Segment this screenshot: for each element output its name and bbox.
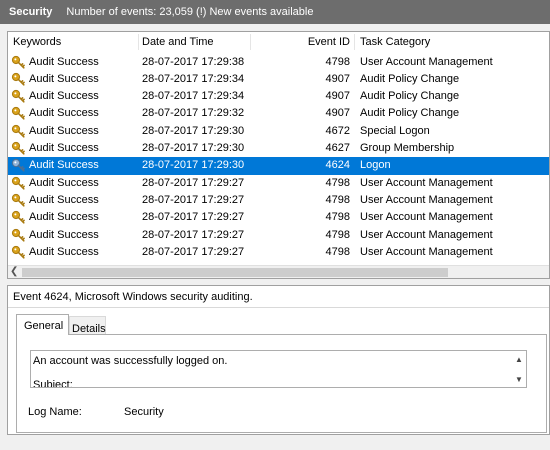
key-icon: [11, 141, 25, 155]
row-keyword: Audit Success: [29, 107, 99, 120]
row-task-category: User Account Management: [360, 245, 493, 258]
row-task-category: Group Membership: [360, 142, 455, 154]
events-list[interactable]: Keywords Date and Time Event ID Task Cat…: [7, 31, 550, 279]
row-keyword: Audit Success: [29, 72, 99, 85]
table-row[interactable]: Audit Success 28-07-2017 17:29:27 4798 User…: [8, 192, 549, 209]
row-date: 28-07-2017 17:29:27: [142, 193, 245, 206]
row-date: 28-07-2017 17:29:27: [142, 228, 245, 241]
table-row[interactable]: Audit Success 28-07-2017 17:29:34 4907 Audi…: [8, 71, 549, 88]
table-row[interactable]: Audit Success 28-07-2017 17:29:30 4627 Grou…: [8, 140, 549, 157]
column-header-date[interactable]: Date and Time: [142, 36, 214, 48]
event-count-info: Number of events: 23,059 (!) New events …: [66, 6, 314, 18]
event-detail-title-bar: Event 4624, Microsoft Windows security a…: [8, 286, 549, 308]
key-icon: [11, 89, 25, 103]
row-date: 28-07-2017 17:29:30: [142, 124, 245, 137]
event-detail-pane: Event 4624, Microsoft Windows security a…: [7, 285, 550, 435]
row-date: 28-07-2017 17:29:30: [142, 159, 245, 172]
row-task-category: User Account Management: [360, 193, 493, 206]
row-keyword: Audit Success: [29, 90, 99, 103]
key-icon: [11, 124, 25, 138]
scroll-down-icon[interactable]: ▼: [515, 375, 523, 384]
row-task-category: Audit Policy Change: [360, 107, 460, 120]
row-event-id: 4907: [325, 90, 350, 103]
table-row[interactable]: Audit Success 28-07-2017 17:29:27 4798 User…: [8, 209, 549, 226]
column-header-row: Keywords Date and Time Event ID Task Cat…: [8, 32, 549, 52]
table-row[interactable]: Audit Success 28-07-2017 17:29:30 4624 Logo…: [8, 157, 549, 175]
row-event-id: 4798: [325, 228, 350, 241]
row-keyword: Audit Success: [29, 245, 99, 258]
key-icon: [11, 72, 25, 86]
row-event-id: 4798: [325, 211, 350, 224]
horizontal-scrollbar[interactable]: ❮: [8, 265, 549, 278]
title-bar: Security Number of events: 23,059 (!) Ne…: [0, 0, 550, 24]
event-description-box[interactable]: An account was successfully logged on. S…: [30, 350, 527, 388]
row-task-category: User Account Management: [360, 211, 493, 224]
table-row[interactable]: Audit Success 28-07-2017 17:29:32 4907 Audi…: [8, 105, 549, 122]
row-event-id: 4798: [325, 55, 350, 68]
row-date: 28-07-2017 17:29:32: [142, 107, 245, 120]
scrollbar-thumb[interactable]: [22, 268, 448, 277]
row-keyword: Audit Success: [29, 159, 99, 172]
general-tab-content: An account was successfully logged on. S…: [16, 334, 547, 433]
scroll-up-icon[interactable]: ▲: [515, 355, 523, 364]
row-date: 28-07-2017 17:29:34: [142, 90, 245, 103]
row-event-id: 4907: [325, 72, 350, 85]
tab-details[interactable]: Details: [69, 316, 106, 335]
event-detail-title: Event 4624, Microsoft Windows security a…: [13, 291, 253, 303]
description-line-2: Subject:: [33, 379, 73, 388]
row-event-id: 4672: [325, 124, 350, 137]
row-task-category: User Account Management: [360, 55, 493, 68]
row-date: 28-07-2017 17:29:30: [142, 142, 245, 154]
column-header-keywords[interactable]: Keywords: [13, 36, 61, 48]
key-icon: [11, 228, 25, 242]
row-event-id: 4798: [325, 193, 350, 206]
table-row[interactable]: Audit Success 28-07-2017 17:29:38 4798 User…: [8, 54, 549, 71]
key-icon: [11, 193, 25, 207]
row-date: 28-07-2017 17:29:38: [142, 55, 245, 68]
row-event-id: 4798: [325, 245, 350, 258]
log-name-title: Security: [9, 6, 53, 18]
row-event-id: 4907: [325, 107, 350, 120]
log-name-label: Log Name:: [28, 406, 82, 418]
row-keyword: Audit Success: [29, 193, 99, 206]
scroll-left-icon[interactable]: ❮: [10, 266, 18, 277]
column-header-event-id[interactable]: Event ID: [304, 36, 350, 48]
row-task-category: Logon: [360, 159, 391, 172]
row-date: 28-07-2017 17:29:34: [142, 72, 245, 85]
row-event-id: 4798: [325, 176, 350, 189]
description-scrollbar[interactable]: ▲ ▼: [512, 351, 526, 387]
row-keyword: Audit Success: [29, 55, 99, 68]
key-icon: [11, 159, 25, 172]
row-task-category: Audit Policy Change: [360, 90, 460, 103]
table-row[interactable]: Audit Success 28-07-2017 17:29:30 4672 Spec…: [8, 123, 549, 140]
key-icon: [11, 245, 25, 259]
row-task-category: Audit Policy Change: [360, 72, 460, 85]
row-keyword: Audit Success: [29, 228, 99, 241]
table-row[interactable]: Audit Success 28-07-2017 17:29:34 4907 Audi…: [8, 88, 549, 105]
row-keyword: Audit Success: [29, 124, 99, 137]
table-row[interactable]: Audit Success 28-07-2017 17:29:27 4798 User…: [8, 244, 549, 261]
key-icon: [11, 107, 25, 120]
row-keyword: Audit Success: [29, 142, 99, 154]
row-task-category: User Account Management: [360, 176, 493, 189]
table-row[interactable]: Audit Success 28-07-2017 17:29:27 4798 User…: [8, 175, 549, 192]
description-line-1: An account was successfully logged on.: [33, 355, 228, 367]
row-event-id: 4627: [325, 142, 350, 154]
row-keyword: Audit Success: [29, 211, 99, 224]
tab-general[interactable]: General: [16, 314, 69, 335]
row-keyword: Audit Success: [29, 176, 99, 189]
column-header-task-category[interactable]: Task Category: [360, 36, 430, 48]
key-icon: [11, 211, 25, 224]
row-date: 28-07-2017 17:29:27: [142, 176, 245, 189]
row-date: 28-07-2017 17:29:27: [142, 245, 245, 258]
status-strip: [0, 435, 550, 450]
row-task-category: User Account Management: [360, 228, 493, 241]
row-task-category: Special Logon: [360, 124, 430, 137]
table-row[interactable]: Audit Success 28-07-2017 17:29:27 4798 User…: [8, 227, 549, 244]
row-date: 28-07-2017 17:29:27: [142, 211, 245, 224]
log-name-value: Security: [124, 406, 164, 418]
key-icon: [11, 176, 25, 190]
row-event-id: 4624: [325, 159, 350, 172]
key-icon: [11, 55, 25, 69]
